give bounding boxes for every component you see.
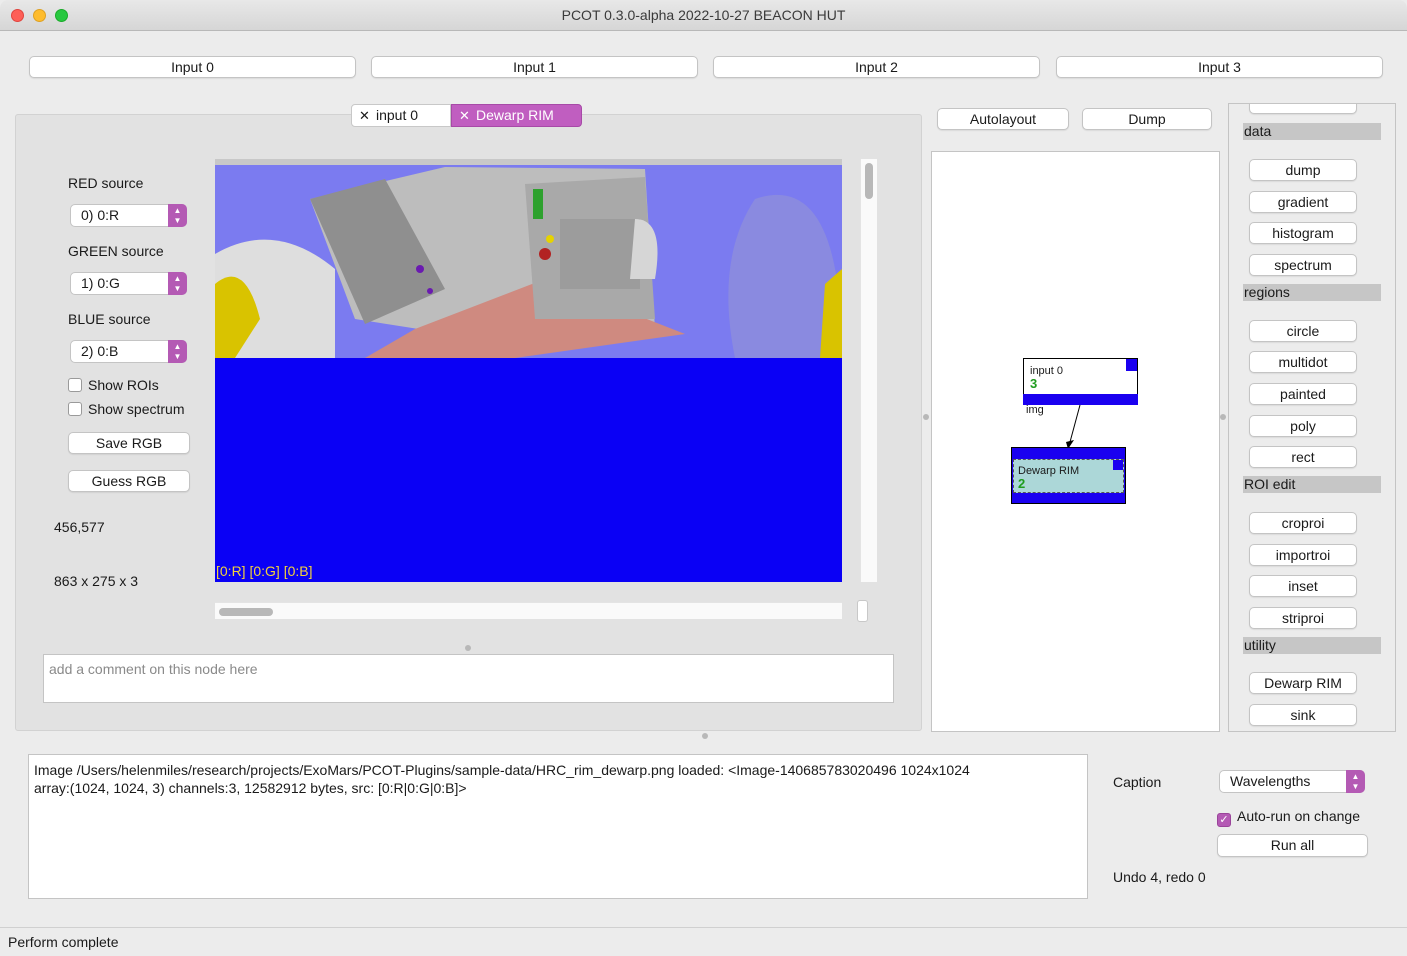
rover-image — [215, 159, 842, 358]
caption-label: Caption — [1113, 774, 1162, 790]
palette-item-croproi[interactable]: croproi — [1249, 512, 1357, 534]
cursor-coords: 456,577 — [54, 519, 105, 535]
connection-label: img — [1026, 404, 1044, 416]
caption-select[interactable]: Wavelengths ▲ ▼ — [1219, 770, 1365, 793]
status-text: Perform complete — [8, 934, 119, 950]
status-bar: Perform complete — [0, 927, 1407, 955]
scroll-corner — [857, 600, 868, 622]
tab-input-0[interactable]: ✕ input 0 — [351, 104, 451, 127]
scroll-thumb[interactable] — [865, 163, 873, 199]
close-tab-icon[interactable]: ✕ — [359, 105, 370, 126]
input-3-button[interactable]: Input 3 — [1056, 56, 1383, 78]
palette-item-histogram[interactable]: histogram — [1249, 222, 1357, 244]
image-channel-caption: [0:R] [0:G] [0:B] — [216, 563, 313, 579]
palette-item-circle[interactable]: circle — [1249, 320, 1357, 342]
palette-section-roi-edit: ROI edit — [1243, 476, 1381, 493]
image-vertical-scrollbar[interactable] — [860, 159, 877, 582]
palette-item-sink[interactable]: sink — [1249, 704, 1357, 726]
scroll-thumb[interactable] — [219, 608, 273, 616]
palette-section-utility: utility — [1243, 637, 1381, 654]
tab-label: input 0 — [376, 107, 419, 123]
log-line: Image /Users/helenmiles/research/project… — [34, 762, 970, 778]
autolayout-button[interactable]: Autolayout — [937, 108, 1069, 130]
node-comment-field[interactable]: add a comment on this node here — [43, 654, 894, 703]
image-canvas[interactable]: [0:R] [0:G] [0:B] — [215, 159, 842, 582]
checkbox-label: Auto-run on change — [1237, 808, 1360, 824]
run-all-button[interactable]: Run all — [1217, 834, 1368, 857]
checkbox-label: Show ROIs — [88, 377, 159, 393]
image-dimensions: 863 x 275 x 3 — [54, 573, 139, 589]
log-line: array:(1024, 1024, 3) channels:3, 125829… — [34, 780, 467, 796]
select-value: 2) 0:B — [81, 343, 119, 359]
blue-source-label: BLUE source — [68, 311, 151, 327]
updown-arrows-icon: ▲ ▼ — [168, 272, 187, 295]
input-0-button[interactable]: Input 0 — [29, 56, 356, 78]
autorun-checkbox[interactable]: ✓ Auto-run on change — [1217, 808, 1360, 827]
show-rois-checkbox[interactable]: Show ROIs — [68, 377, 159, 393]
select-value: 1) 0:G — [81, 275, 120, 291]
palette-item-poly[interactable]: poly — [1249, 415, 1357, 437]
input-2-button[interactable]: Input 2 — [713, 56, 1040, 78]
comment-placeholder: add a comment on this node here — [49, 661, 258, 677]
green-source-select[interactable]: 1) 0:G ▲ ▼ — [70, 272, 187, 295]
red-source-select[interactable]: 0) 0:R ▲ ▼ — [70, 204, 187, 227]
palette-item-rect[interactable]: rect — [1249, 446, 1357, 468]
window-title: PCOT 0.3.0-alpha 2022-10-27 BEACON HUT — [561, 7, 846, 23]
palette-item-striproi[interactable]: striproi — [1249, 607, 1357, 629]
updown-arrows-icon: ▲ ▼ — [168, 204, 187, 227]
dump-button[interactable]: Dump — [1082, 108, 1212, 130]
graph-canvas[interactable]: input 0 3 img Dewarp RIM 2 — [931, 151, 1220, 732]
updown-arrows-icon: ▲ ▼ — [1346, 770, 1365, 793]
palette-item-clipped[interactable] — [1249, 104, 1357, 114]
checkmark-icon: ✓ — [1217, 813, 1231, 827]
tab-label: Dewarp RIM — [476, 107, 554, 123]
checkbox-label: Show spectrum — [88, 401, 185, 417]
palette-item-painted[interactable]: painted — [1249, 383, 1357, 405]
splitter-handle[interactable] — [702, 733, 708, 739]
graph-connections — [1066, 404, 1081, 449]
image-horizontal-scrollbar[interactable] — [215, 602, 842, 619]
checkbox-icon — [68, 378, 82, 392]
node-number: 2 — [1018, 476, 1026, 491]
graph-node-input-0[interactable]: input 0 3 — [1023, 358, 1138, 405]
palette-section-data: data — [1243, 123, 1381, 140]
undo-status: Undo 4, redo 0 — [1113, 869, 1206, 885]
save-rgb-button[interactable]: Save RGB — [68, 432, 190, 454]
tab-dewarp-rim[interactable]: ✕ Dewarp RIM — [451, 104, 582, 127]
palette-item-gradient[interactable]: gradient — [1249, 191, 1357, 213]
updown-arrows-icon: ▲ ▼ — [168, 340, 187, 363]
title-bar: PCOT 0.3.0-alpha 2022-10-27 BEACON HUT — [0, 0, 1407, 31]
node-title: Dewarp RIM — [1018, 465, 1080, 477]
node-body-selected: Dewarp RIM 2 — [1013, 459, 1124, 493]
show-spectrum-checkbox[interactable]: Show spectrum — [68, 401, 184, 417]
node-corner-marker — [1113, 460, 1123, 470]
palette-item-dump[interactable]: dump — [1249, 159, 1357, 181]
node-corner-marker — [1126, 359, 1137, 371]
palette-section-regions: regions — [1243, 284, 1381, 301]
guess-rgb-button[interactable]: Guess RGB — [68, 470, 190, 492]
log-output[interactable]: Image /Users/helenmiles/research/project… — [28, 754, 1088, 899]
palette-item-inset[interactable]: inset — [1249, 575, 1357, 597]
splitter-handle[interactable] — [923, 414, 929, 420]
palette-item-importroi[interactable]: importroi — [1249, 544, 1357, 566]
red-source-label: RED source — [68, 175, 144, 191]
checkbox-icon — [68, 402, 82, 416]
node-palette: data dump gradient histogram spectrum re… — [1228, 103, 1396, 732]
node-number: 3 — [1030, 376, 1038, 391]
palette-item-dewarp-rim[interactable]: Dewarp RIM — [1249, 672, 1357, 694]
blue-source-select[interactable]: 2) 0:B ▲ ▼ — [70, 340, 187, 363]
input-1-button[interactable]: Input 1 — [371, 56, 698, 78]
select-value: 0) 0:R — [81, 207, 120, 223]
select-value: Wavelengths — [1230, 773, 1311, 789]
close-tab-icon[interactable]: ✕ — [459, 105, 470, 126]
splitter-handle[interactable] — [465, 645, 471, 651]
palette-item-spectrum[interactable]: spectrum — [1249, 254, 1357, 276]
green-source-label: GREEN source — [68, 243, 164, 259]
palette-item-multidot[interactable]: multidot — [1249, 351, 1357, 373]
graph-node-dewarp-rim[interactable]: Dewarp RIM 2 — [1011, 447, 1126, 504]
splitter-handle[interactable] — [1220, 414, 1226, 420]
